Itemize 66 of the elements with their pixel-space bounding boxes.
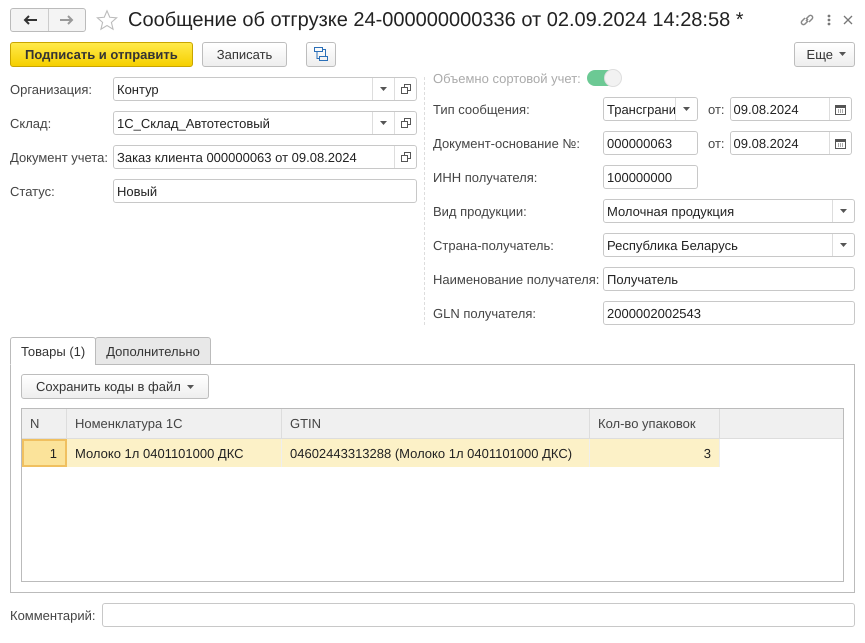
dropdown-caret-icon: [380, 121, 387, 125]
link-icon: [799, 12, 815, 28]
structure-button[interactable]: [306, 42, 336, 66]
dropdown-caret-icon: [840, 243, 847, 247]
field-label: Организация:: [10, 82, 94, 96]
column-header[interactable]: N: [22, 409, 67, 438]
field-label: Наименование получателя:: [433, 272, 600, 286]
dropdown-caret-icon: [683, 107, 690, 111]
star-icon: [96, 9, 118, 31]
column-header[interactable]: Кол-во упаковок: [590, 409, 720, 438]
table-cell: Молоко 1л 0401101000 ДКС: [67, 439, 282, 467]
select-field[interactable]: Контур: [113, 77, 417, 101]
select-field[interactable]: Молочная продукция: [603, 199, 855, 223]
select-field[interactable]: Трансграни: [603, 97, 698, 121]
vertical-dots-icon: [827, 14, 831, 26]
calendar-icon: [834, 104, 846, 114]
column-header[interactable]: GTIN: [282, 409, 590, 438]
field-label: Вид продукции:: [433, 204, 528, 218]
field-label: Тип сообщения:: [433, 102, 531, 116]
save-button[interactable]: Записать: [202, 42, 288, 66]
table-cell: 04602443313288 (Молоко 1л 0401101000 ДКС): [282, 439, 590, 467]
calendar-icon: [834, 138, 846, 148]
select-field[interactable]: Республика Беларусь: [603, 233, 855, 257]
open-window-icon: [400, 152, 410, 162]
more-button[interactable]: Еще: [794, 42, 855, 66]
more-menu-button[interactable]: [825, 12, 833, 28]
field-label: Объемно сортовой учет:: [433, 70, 581, 86]
input-field[interactable]: 2000002002543: [603, 301, 855, 325]
open-window-icon: [400, 118, 410, 128]
table-cell: 1: [22, 439, 67, 467]
dropdown-caret-icon: [839, 52, 846, 56]
input-field[interactable]: 000000063: [603, 131, 698, 155]
open-window-icon: [400, 84, 410, 94]
tab[interactable]: Товары (1): [10, 337, 96, 365]
close-button[interactable]: [841, 13, 855, 27]
field-label: GLN получателя:: [433, 306, 537, 320]
field-label: Статус:: [10, 184, 56, 198]
select-field[interactable]: Заказ клиента 000000063 от 09.08.2024: [113, 145, 417, 169]
field-label: Склад:: [10, 116, 52, 130]
date-field[interactable]: 09.08.2024: [730, 131, 852, 155]
field-label: Документ-основание №:: [433, 136, 581, 150]
sign-and-send-button[interactable]: Подписать и отправить: [10, 42, 193, 66]
window-title: Сообщение об отгрузке 24-000000000336 от 02.09.2024 14:28:58 *: [128, 8, 745, 32]
back-arrow-icon: [22, 15, 36, 25]
field-label: от:: [708, 136, 725, 150]
dropdown-caret-icon: [840, 209, 847, 213]
close-icon: [843, 15, 853, 25]
field-label: от:: [708, 102, 725, 116]
dropdown-caret-icon: [380, 87, 387, 91]
input-field[interactable]: 100000000: [603, 165, 698, 189]
table-cell: 3: [590, 439, 720, 467]
forward-arrow-icon: [60, 15, 74, 25]
field-label: ИНН получателя:: [433, 170, 538, 184]
structure-icon: [313, 46, 330, 62]
comment-field[interactable]: [102, 603, 855, 627]
select-field[interactable]: 1С_Склад_Автотестовый: [113, 111, 417, 135]
date-field[interactable]: 09.08.2024: [730, 97, 852, 121]
tab[interactable]: Дополнительно: [95, 337, 211, 365]
field-label: Документ учета:: [10, 150, 110, 164]
input-field[interactable]: Получатель: [603, 267, 855, 291]
input-field[interactable]: Новый: [113, 179, 417, 203]
save-codes-button[interactable]: Сохранить коды в файл: [21, 374, 209, 399]
dropdown-caret-icon: [186, 384, 194, 388]
field-label: Комментарий:: [10, 608, 96, 622]
column-header[interactable]: Номенклатура 1С: [67, 409, 282, 438]
field-label: Страна-получатель:: [433, 238, 555, 252]
